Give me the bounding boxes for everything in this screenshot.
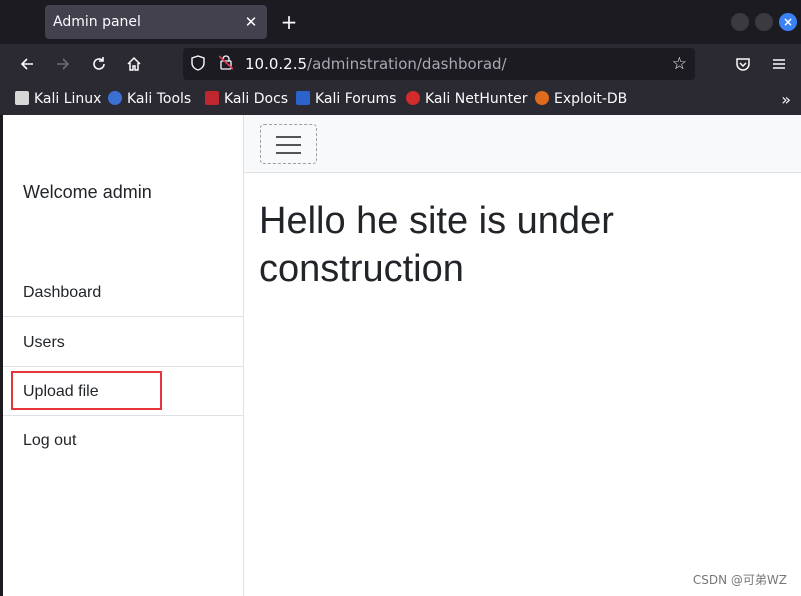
welcome-text: Welcome admin (23, 182, 152, 202)
page-content: Welcome admin Dashboard Users Upload fil… (3, 115, 801, 596)
tab-title: Admin panel (53, 14, 141, 30)
insecure-lock-icon[interactable] (218, 48, 234, 80)
page-heading: Hello he site is under construction (259, 200, 614, 290)
bookmark-kali-nethunter[interactable]: Kali NetHunter (406, 84, 527, 115)
url-path: /adminstration/dashborad/ (307, 55, 507, 73)
hamburger-icon (276, 136, 301, 138)
sidebar-item-dashboard[interactable]: Dashboard (3, 268, 243, 317)
bookmark-kali-tools[interactable]: Kali Tools (108, 84, 191, 115)
pocket-icon[interactable] (729, 50, 757, 78)
forward-arrow-icon[interactable] (49, 50, 77, 78)
new-tab-button[interactable]: + (278, 8, 300, 36)
tab-strip: Admin panel ✕ + × (0, 0, 801, 44)
url-text[interactable]: 10.0.2.5/adminstration/dashborad/ (245, 48, 507, 80)
minimize-window-button[interactable] (731, 13, 749, 31)
tab-admin-panel[interactable]: Admin panel ✕ (45, 5, 267, 39)
bookmark-star-icon[interactable]: ☆ (672, 48, 687, 80)
shield-icon[interactable] (191, 48, 205, 80)
top-navbar (244, 115, 801, 173)
maximize-window-button[interactable] (755, 13, 773, 31)
bookmark-label: Exploit-DB (554, 91, 628, 107)
bookmark-label: Kali Docs (224, 91, 289, 107)
close-tab-icon[interactable]: ✕ (243, 5, 259, 39)
kali-tools-icon (108, 91, 122, 105)
close-window-button[interactable]: × (779, 13, 797, 31)
url-bar[interactable]: 10.0.2.5/adminstration/dashborad/ ☆ (183, 48, 695, 80)
bookmark-kali-linux[interactable]: Kali Linux (15, 84, 101, 115)
hamburger-icon (276, 152, 301, 154)
home-icon[interactable] (120, 50, 148, 78)
sidebar-item-users[interactable]: Users (3, 318, 243, 367)
bookmarks-toolbar: Kali Linux Kali Tools Kali Docs Kali For… (0, 84, 801, 115)
bookmark-label: Kali NetHunter (425, 91, 528, 107)
kali-forums-icon (296, 91, 310, 105)
kali-dragon-icon (15, 91, 29, 105)
menu-icon[interactable] (765, 50, 793, 78)
url-host: 10.0.2.5 (245, 55, 308, 73)
watermark: CSDN @可弟WZ (692, 573, 787, 587)
back-arrow-icon[interactable] (13, 50, 41, 78)
bookmark-label: Kali Linux (34, 91, 102, 107)
reload-icon[interactable] (85, 50, 113, 78)
sidebar: Welcome admin Dashboard Users Upload fil… (3, 115, 244, 596)
kali-nethunter-icon (406, 91, 420, 105)
kali-docs-icon (205, 91, 219, 105)
bookmark-label: Kali Forums (315, 91, 397, 107)
bookmark-label: Kali Tools (127, 91, 192, 107)
highlight-box (11, 371, 162, 410)
sidebar-item-log-out[interactable]: Log out (3, 416, 243, 465)
navigation-bar: 10.0.2.5/adminstration/dashborad/ ☆ (0, 44, 801, 84)
hamburger-icon (276, 144, 301, 146)
bookmark-exploit-db[interactable]: Exploit-DB (535, 84, 627, 115)
bookmark-kali-docs[interactable]: Kali Docs (205, 84, 288, 115)
exploit-db-icon (535, 91, 549, 105)
hamburger-menu-button[interactable] (260, 124, 317, 164)
bookmark-kali-forums[interactable]: Kali Forums (296, 84, 396, 115)
more-bookmarks-icon[interactable]: » (781, 84, 791, 115)
